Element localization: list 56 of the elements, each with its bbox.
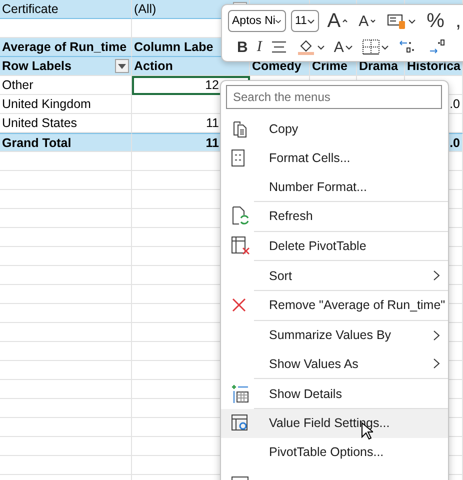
shrink-font-button[interactable]: A: [356, 11, 379, 31]
font-color-button[interactable]: A: [330, 37, 356, 57]
cell-text: United States: [2, 115, 78, 132]
format-button[interactable]: ,: [452, 11, 463, 31]
format-cells-icon: [231, 148, 245, 167]
delete-table-icon: [231, 236, 251, 256]
cell-text: Action: [134, 58, 173, 75]
cell-text: Crime: [312, 58, 348, 75]
cell-text: United Kingdom: [2, 96, 91, 113]
cell-text: 12: [205, 77, 219, 94]
menu-item[interactable]: Delete PivotTable: [221, 232, 448, 260]
cell-text: Other: [2, 77, 34, 94]
cell-text: (All): [134, 1, 156, 18]
borders-icon: [362, 39, 380, 55]
cell-text: Comedy: [252, 58, 302, 75]
italic-button[interactable]: I: [254, 37, 265, 57]
menu-item[interactable]: Copy: [221, 114, 448, 144]
format-button[interactable]: %: [424, 11, 448, 31]
menu-item[interactable]: Remove "Average of Run_time": [221, 291, 448, 320]
paint-bucket-icon: [296, 38, 316, 56]
dropdown-arrow-icon: [118, 64, 126, 68]
cell-text: Average of Run_time: [2, 39, 127, 56]
menu-item[interactable]: Summarize Values By: [221, 320, 448, 350]
menu-item[interactable]: Format Cells...: [221, 144, 448, 172]
cell-text: 11: [206, 134, 219, 152]
cell-text: Drama: [359, 58, 398, 75]
menu-item[interactable]: PivotTable Options...: [221, 438, 448, 466]
filter-dropdown-button[interactable]: [115, 59, 129, 73]
cell-text: Grand Total: [2, 134, 72, 152]
cell-text: Certificate: [2, 1, 58, 18]
grow-font-button[interactable]: A: [324, 11, 351, 31]
align-icon: [270, 40, 287, 54]
menu-item[interactable]: Value Field Settings...: [221, 408, 448, 438]
font-name-dropdown[interactable]: Aptos Ni: [228, 10, 286, 32]
show-details-icon: [231, 384, 249, 404]
copy-icon: [231, 120, 249, 138]
remove-icon: [231, 297, 247, 314]
refresh-icon: [231, 206, 249, 226]
font-size-dropdown[interactable]: 11: [291, 10, 320, 32]
menu-item[interactable]: Refresh: [221, 202, 448, 231]
field-settings-icon: [231, 414, 249, 432]
cell-text: Column Labe: [134, 39, 214, 56]
bold-button[interactable]: B: [234, 37, 251, 57]
cell-text: .0: [450, 134, 460, 152]
menu-item[interactable]: Number Format...: [221, 172, 448, 201]
caret-icon: [275, 18, 282, 24]
cell-text: 11: [206, 115, 219, 132]
cell-text: .0: [450, 96, 460, 113]
format-icon: [386, 12, 407, 30]
menu-item[interactable]: Show Details: [221, 379, 448, 408]
menu-item[interactable]: Sort: [221, 261, 448, 290]
cell-text: Row Labels: [2, 58, 72, 75]
menu-item[interactable]: Show Values As: [221, 349, 448, 378]
caret-icon: [307, 18, 316, 24]
search-field[interactable]: Search the menus: [226, 85, 442, 109]
cell-text: Historica: [407, 58, 460, 75]
